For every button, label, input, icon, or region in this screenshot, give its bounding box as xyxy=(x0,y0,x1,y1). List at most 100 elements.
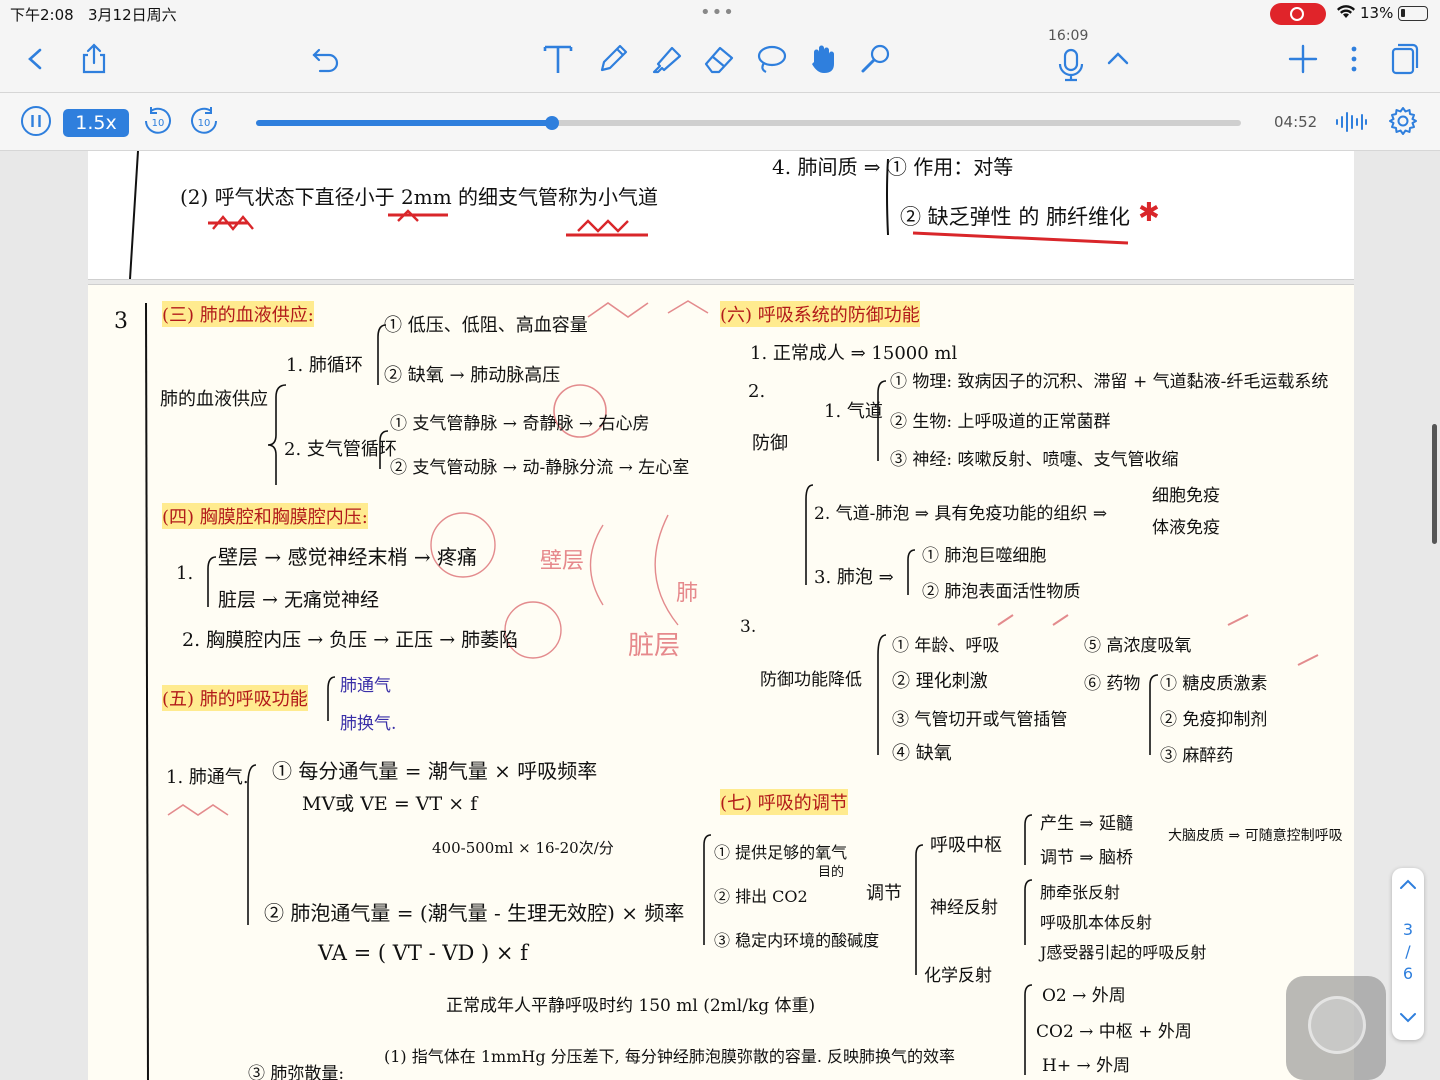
note-line: 1. xyxy=(176,563,194,584)
pen-tool-icon[interactable] xyxy=(596,42,630,80)
note-line: ① 物理: 致病因子的沉积、滞留 + 气道黏液-纤毛运载系统 xyxy=(890,372,1329,392)
note-line: 1. 肺通气. xyxy=(166,767,249,788)
note-line: 调节 xyxy=(866,883,902,904)
note-line: ③ 气管切开或气管插管 xyxy=(892,710,1068,730)
eraser-tool-icon[interactable] xyxy=(702,42,736,80)
note-line: ② 肺泡表面活性物质 xyxy=(922,582,1081,602)
skip-forward-icon[interactable]: 10 xyxy=(189,105,219,141)
note-line: 2. 支气管循环 xyxy=(284,439,397,460)
section-title: (六) 呼吸系统的防御功能 xyxy=(720,301,920,327)
page-navigator: 3 / 6 xyxy=(1392,868,1424,1040)
notes-canvas[interactable]: ✱ (2) 呼气状态下直径小于 2mm 的细支气管称为小气道 4. 肺间质 ⇒ … xyxy=(0,151,1440,1080)
note-line: 体液免疫 xyxy=(1152,518,1220,538)
section-title: (五) 肺的呼吸功能 xyxy=(162,685,308,711)
note-line: 1. 肺循环 xyxy=(286,355,363,376)
battery-icon xyxy=(1398,6,1428,21)
note-line: ① 低压、低阻、高血容量 xyxy=(384,315,588,336)
wifi-icon xyxy=(1336,4,1356,24)
current-page-number: 3 xyxy=(1402,920,1414,939)
note-line: ② 缺氧 → 肺动脉高压 xyxy=(384,365,561,386)
share-icon[interactable] xyxy=(77,42,111,80)
pause-icon[interactable] xyxy=(20,105,52,141)
note-line: 1. 气道 xyxy=(824,401,883,422)
note-line: 肺的血液供应 xyxy=(160,389,268,410)
screen-recording-indicator[interactable] xyxy=(1270,3,1326,25)
more-options-icon[interactable] xyxy=(1337,42,1371,80)
note-line: ② 免疫抑制剂 xyxy=(1160,710,1268,730)
section-title: (三) 肺的血液供应: xyxy=(162,301,314,327)
note-line: ③ 麻醉药 xyxy=(1160,746,1234,766)
note-line: J感受器引起的呼吸反射 xyxy=(1040,943,1207,962)
diagram-label: 脏层 xyxy=(628,631,681,661)
progress-fill xyxy=(256,120,552,126)
laser-pointer-icon[interactable] xyxy=(858,42,892,80)
note-line: 3. 肺泡 ⇒ xyxy=(814,567,894,588)
settings-gear-icon[interactable] xyxy=(1388,106,1418,140)
undo-icon[interactable] xyxy=(309,42,343,80)
section-title: (七) 呼吸的调节 xyxy=(720,789,848,815)
note-line: 呼吸中枢 xyxy=(930,835,1002,856)
note-line: ③ 肺弥散量: xyxy=(248,1064,345,1080)
next-page-icon[interactable] xyxy=(1399,1010,1417,1029)
note-line: ③ 神经: 咳嗽反射、喷嚏、支气管收缩 xyxy=(890,450,1179,470)
note-line: 神经反射 xyxy=(930,898,998,918)
progress-track[interactable] xyxy=(256,116,1241,130)
total-pages: 6 xyxy=(1402,964,1414,983)
note-line: CO2 → 中枢 + 外周 xyxy=(1036,1022,1192,1042)
formula: ② 肺泡通气量 = (潮气量 - 生理无效腔) × 频率 xyxy=(264,901,685,925)
text-tool-icon[interactable] xyxy=(541,42,575,80)
highlighter-tool-icon[interactable] xyxy=(650,42,684,80)
previous-page-icon[interactable] xyxy=(1399,876,1417,895)
note-line: ① 糖皮质激素 xyxy=(1160,674,1268,694)
formula: 400-500ml × 16-20次/分 xyxy=(432,839,614,857)
formula: MV或 VE = VT × f xyxy=(302,793,478,815)
note-line: ⑥ 药物 xyxy=(1084,674,1141,694)
note-line: 调节 ⇒ 脑桥 xyxy=(1040,848,1134,868)
note-line: 1. 正常成人 ⇒ 15000 ml xyxy=(750,343,958,364)
note-line: ② 理化刺激 xyxy=(892,671,988,692)
status-bar: 下午2:08 3月12日周六 ••• 13% xyxy=(0,0,1440,28)
note-line: ① 支气管静脉 → 奇静脉 → 右心房 xyxy=(390,414,650,434)
hand-tool-icon[interactable] xyxy=(806,42,840,80)
note-line: 细胞免疫 xyxy=(1152,486,1220,506)
note-line: ② 生物: 上呼吸道的正常菌群 xyxy=(890,412,1111,432)
note-line: 肺牵张反射 xyxy=(1040,883,1121,902)
previous-page: ✱ (2) 呼气状态下直径小于 2mm 的细支气管称为小气道 4. 肺间质 ⇒ … xyxy=(88,151,1354,280)
note-line: 化学反射 xyxy=(924,966,992,986)
note-line: ① 年龄、呼吸 xyxy=(892,636,1000,656)
vertical-scrollbar[interactable] xyxy=(1432,424,1437,544)
svg-text:10: 10 xyxy=(152,118,165,129)
progress-knob[interactable] xyxy=(544,116,559,130)
note-line: 防御功能降低 xyxy=(760,670,862,690)
note-line: (1) 指气体在 1mmHg 分压差下, 每分钟经肺泡膜弥散的容量. 反映肺换气… xyxy=(384,1047,955,1066)
waveform-icon[interactable] xyxy=(1334,111,1368,137)
pages-view-icon[interactable] xyxy=(1388,42,1422,80)
multitask-dots[interactable]: ••• xyxy=(700,2,735,23)
note-line: 2. 胸膜腔内压 → 负压 → 正压 → 肺萎陷 xyxy=(182,629,519,651)
svg-text:✱: ✱ xyxy=(1138,198,1160,228)
note-line: 防御 xyxy=(752,433,788,454)
note-line: 脏层 → 无痛觉神经 xyxy=(218,589,379,611)
diagram-label: 肺 xyxy=(676,581,699,606)
lasso-tool-icon[interactable] xyxy=(754,42,788,80)
floating-zoom-window-icon[interactable] xyxy=(1286,976,1386,1080)
audio-player: 1.5x 10 10 04:52 xyxy=(0,93,1440,151)
page-separator: / xyxy=(1405,942,1411,961)
recording-time: 16:09 xyxy=(1048,28,1089,44)
note-line: 4. 肺间质 ⇒ ① 作用：对等 xyxy=(772,155,1014,179)
note-line: 2. 气道-肺泡 ⇒ 具有免疫功能的组织 ⇒ xyxy=(814,504,1108,524)
toolbar: 16:09 xyxy=(0,28,1440,93)
note-line: ④ 缺氧 xyxy=(892,743,952,764)
note-line: ③ 稳定内环境的酸碱度 xyxy=(714,931,880,950)
section-title: (四) 胸膜腔和胸膜腔内压: xyxy=(162,503,368,529)
microphone-icon[interactable] xyxy=(1054,48,1088,86)
note-line: O2 → 外周 xyxy=(1042,986,1126,1006)
back-chevron-icon[interactable] xyxy=(18,42,52,80)
status-time: 下午2:08 3月12日周六 xyxy=(10,6,177,24)
add-page-icon[interactable] xyxy=(1286,42,1320,80)
skip-back-icon[interactable]: 10 xyxy=(143,105,173,141)
note-line: 正常成年人平静呼吸时约 150 ml (2ml/kg 体重) xyxy=(446,996,816,1016)
note-line: 目的 xyxy=(818,865,845,880)
playback-speed-button[interactable]: 1.5x xyxy=(63,109,129,137)
chevron-up-icon[interactable] xyxy=(1101,42,1135,80)
